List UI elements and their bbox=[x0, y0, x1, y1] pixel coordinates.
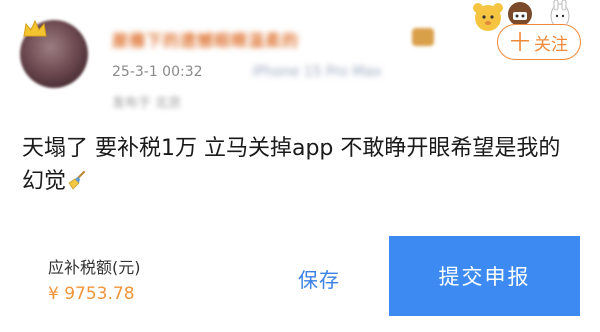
tax-action-bar: 应补税额(元) ¥ 9753.78 保存 提交申报 bbox=[0, 236, 600, 332]
post-device: iPhone 15 Pro Max bbox=[252, 64, 382, 80]
ip-location: 发布于 北京 bbox=[112, 96, 182, 111]
follow-label: 关注 bbox=[534, 34, 568, 55]
broom-emoji-icon bbox=[68, 170, 86, 190]
post-content: 天塌了 要补税1万 立马关掉app 不敢睁开眼希望是我的幻觉 bbox=[22, 132, 582, 198]
post-text: 天塌了 要补税1万 立马关掉app 不敢睁开眼希望是我的幻觉 bbox=[22, 136, 561, 194]
tax-due-label: 应补税额(元) bbox=[48, 258, 141, 277]
user-badge-icon bbox=[412, 28, 434, 46]
follow-plus-icon: 十 bbox=[510, 30, 530, 54]
save-button[interactable]: 保存 bbox=[298, 264, 340, 293]
post-time: 25-3-1 00:32 bbox=[112, 64, 203, 80]
username[interactable]: 屋檐下的遗憾眼睛温柔的 bbox=[112, 27, 299, 50]
crown-icon bbox=[23, 19, 47, 37]
post-header: 屋檐下的遗憾眼睛温柔的 25-3-1 00:32 iPhone 15 Pro M… bbox=[0, 0, 600, 118]
avatar-wrapper[interactable] bbox=[20, 19, 88, 88]
submit-declaration-button[interactable]: 提交申报 bbox=[389, 236, 580, 316]
follow-button[interactable]: 十 关注 bbox=[497, 24, 581, 60]
tax-due-amount: ¥ 9753.78 bbox=[48, 284, 135, 304]
